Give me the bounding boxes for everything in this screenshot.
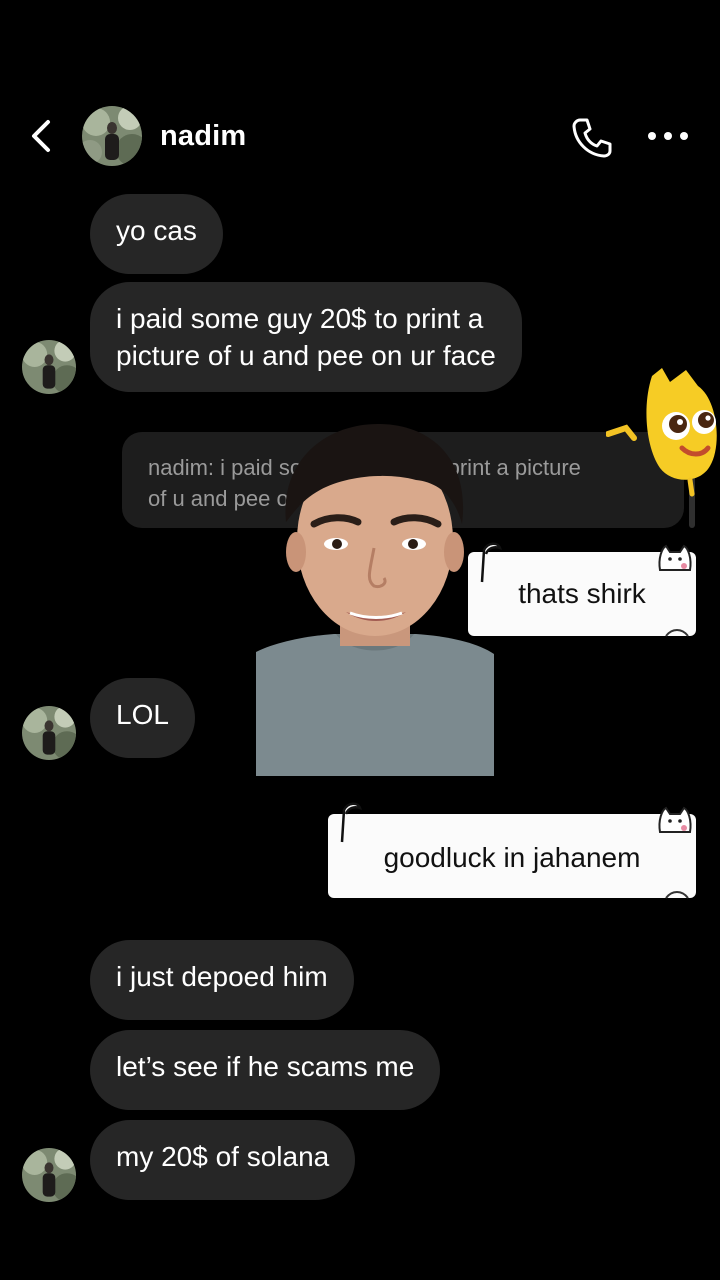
- received-message[interactable]: yo cas: [90, 194, 223, 274]
- person-illustration: [256, 424, 494, 776]
- cat-doodle-icon: [658, 806, 692, 833]
- note-text: goodluck in jahanem: [383, 842, 641, 873]
- contact-name[interactable]: nadim: [160, 120, 246, 153]
- message-text: yo cas: [116, 215, 197, 246]
- more-horizontal-icon: [648, 132, 688, 140]
- avatar-photo: [82, 106, 142, 166]
- chat-header: nadim: [0, 100, 720, 172]
- more-options-button[interactable]: [646, 124, 690, 148]
- message-text: i just depoed him: [116, 961, 328, 992]
- message-text: LOL: [116, 699, 169, 730]
- sent-message-note[interactable]: thats shirk: [468, 542, 696, 637]
- received-message[interactable]: i paid some guy 20$ to print a picture o…: [90, 282, 522, 392]
- message-text: let’s see if he scams me: [116, 1051, 415, 1082]
- chat-screen: nadim yo cas i paid some guy 20$ to prin…: [0, 0, 720, 1280]
- mascot-illustration: [605, 368, 717, 497]
- avatar-photo: [22, 706, 76, 760]
- received-message[interactable]: let’s see if he scams me: [90, 1030, 441, 1110]
- overlay-person-image: [256, 420, 494, 776]
- sender-avatar[interactable]: [22, 340, 76, 394]
- sender-avatar[interactable]: [22, 706, 76, 760]
- cat-doodle-icon: [658, 544, 692, 571]
- emoji-mascot-sticker: [605, 366, 720, 498]
- call-button[interactable]: [568, 114, 616, 162]
- avatar-photo: [22, 1148, 76, 1202]
- received-message[interactable]: LOL: [90, 678, 195, 758]
- received-message[interactable]: my 20$ of solana: [90, 1120, 356, 1200]
- avatar-photo: [22, 340, 76, 394]
- phone-icon: [572, 118, 612, 158]
- received-message[interactable]: i just depoed him: [90, 940, 354, 1020]
- note-curl-icon: [340, 802, 362, 843]
- message-text-line: picture of u and pee on ur face: [116, 340, 496, 371]
- sender-avatar[interactable]: [22, 1148, 76, 1202]
- message-text: my 20$ of solana: [116, 1141, 330, 1172]
- paw-doodle-icon: [665, 629, 689, 637]
- contact-avatar[interactable]: [82, 106, 142, 166]
- chevron-left-icon: [32, 120, 50, 152]
- paw-doodle-icon: [665, 891, 689, 899]
- note-text: thats shirk: [518, 578, 646, 609]
- message-text-line: i paid some guy 20$ to print a: [116, 303, 484, 334]
- sent-message-note[interactable]: goodluck in jahanem: [328, 802, 696, 899]
- back-button[interactable]: [24, 114, 60, 158]
